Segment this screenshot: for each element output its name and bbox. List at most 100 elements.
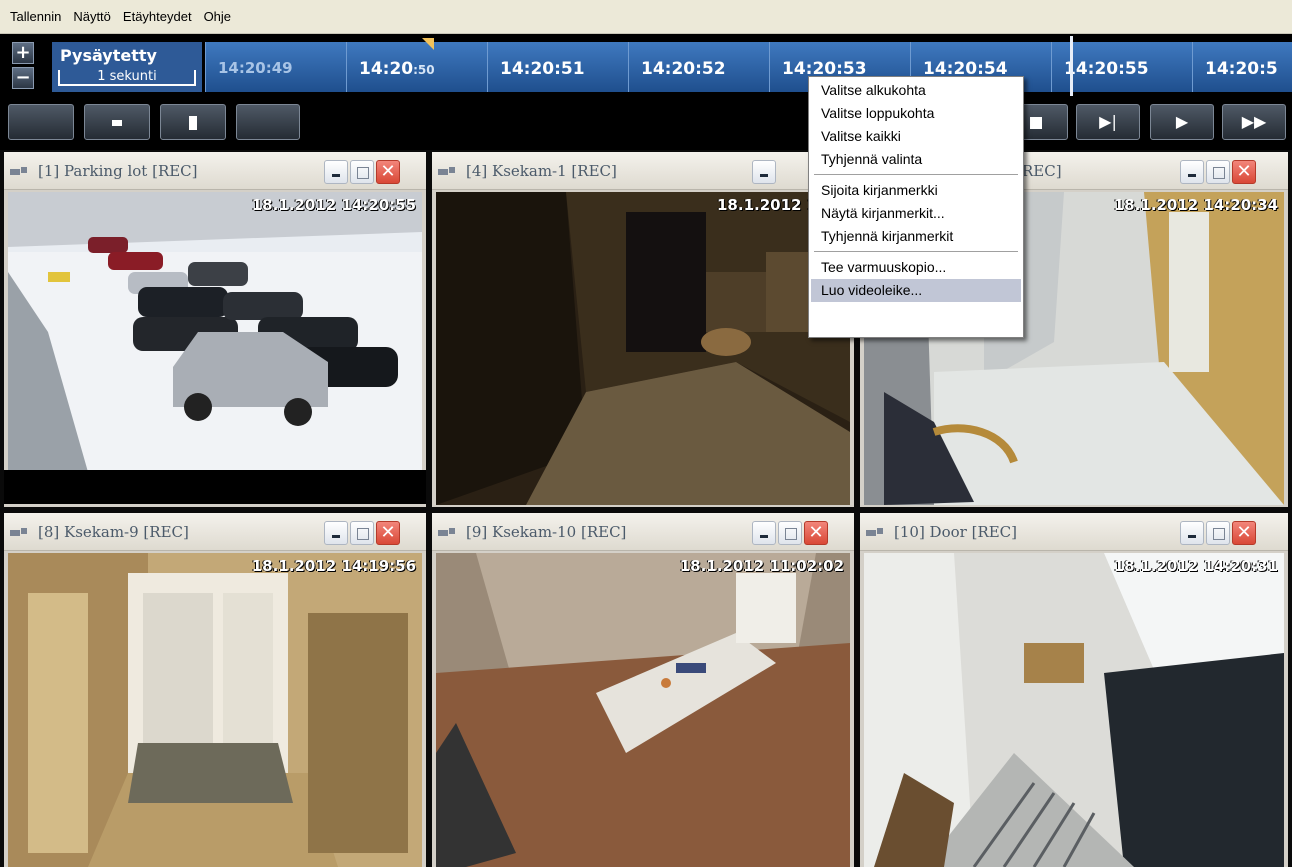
pane-title: [9] Ksekam-10 [REC]: [466, 523, 627, 541]
entrance-image: [8, 553, 422, 867]
camera-video[interactable]: 18.1.2012 14:20:55: [8, 192, 422, 472]
fast-forward-button[interactable]: ▶▶: [1222, 104, 1286, 140]
menu-item-select-end[interactable]: Valitse loppukohta: [811, 102, 1021, 125]
close-button[interactable]: ✕: [376, 160, 400, 184]
timeline-tick: 14:20:52: [628, 42, 769, 92]
timeline-cursor[interactable]: [1070, 36, 1073, 96]
meeting-room-image: [436, 553, 850, 867]
minimize-button[interactable]: [1180, 160, 1204, 184]
pane-title: [1] Parking lot [REC]: [38, 162, 198, 180]
pause-icon: [189, 115, 197, 130]
close-button[interactable]: ✕: [804, 521, 828, 545]
timestamp: 18.1.2012 14:19:56: [251, 557, 416, 575]
stairway-image: [864, 553, 1284, 867]
step-forward-button[interactable]: ▶|: [1076, 104, 1140, 140]
menu-item-create-clip[interactable]: Luo videoleike...: [811, 279, 1021, 302]
menu-nayttö[interactable]: Näyttö: [67, 9, 117, 24]
blank-button-1[interactable]: [8, 104, 74, 140]
minimize-button[interactable]: [1180, 521, 1204, 545]
close-icon: ✕: [808, 522, 824, 543]
pane-header[interactable]: [4] Ksekam-1 [REC]: [432, 152, 854, 190]
menu-item-select-all[interactable]: Valitse kaikki: [811, 125, 1021, 148]
minimize-button[interactable]: [324, 521, 348, 545]
pane-header[interactable]: [8] Ksekam-9 [REC] ✕: [4, 513, 426, 551]
zoom-out-button[interactable]: −: [12, 67, 34, 89]
pane-header[interactable]: [10] Door [REC] ✕: [860, 513, 1288, 551]
camera-pane-8[interactable]: [8] Ksekam-9 [REC] ✕ 18.1.2012 14:19:56: [4, 513, 426, 867]
pane-title: [10] Door [REC]: [894, 523, 1018, 541]
playback-state: Pysäytetty: [60, 46, 157, 65]
menu-ohje[interactable]: Ohje: [198, 9, 237, 24]
timeline-bar: + − Pysäytetty 1 sekunti 14:20:49 14:20:…: [0, 34, 1292, 96]
pane-title: [8] Ksekam-9 [REC]: [38, 523, 189, 541]
menu-tallennin[interactable]: Tallennin: [4, 9, 67, 24]
camera-video[interactable]: 18.1.2012 14:19:56: [8, 553, 422, 867]
fast-forward-icon: ▶▶: [1241, 112, 1267, 131]
timestamp: 18.1.2012 11:02:02: [679, 557, 844, 575]
zoom-in-button[interactable]: +: [12, 42, 34, 64]
close-icon: ✕: [1236, 161, 1252, 182]
frame-icon: [1030, 116, 1042, 129]
menu-separator: [811, 248, 1021, 256]
timestamp: 18.1.2012 14:20:34: [1113, 196, 1278, 214]
menu-item-backup[interactable]: Tee varmuuskopio...: [811, 256, 1021, 279]
timeline-tick: 14:20:51: [487, 42, 628, 92]
pane-title: REC]: [1022, 162, 1062, 180]
menu-etayhteydet[interactable]: Etäyhteydet: [117, 9, 198, 24]
menu-item-clear-bookmarks[interactable]: Tyhjennä kirjanmerkit: [811, 225, 1021, 248]
close-icon: ✕: [1236, 522, 1252, 543]
camera-icon: [10, 528, 27, 536]
timestamp: 18.1.2012 14:20:55: [251, 196, 416, 214]
timeline-tick: 14:20:49: [205, 42, 346, 92]
camera-pane-1[interactable]: [1] Parking lot [REC] ✕ 18.1.2012 14:20:…: [4, 152, 426, 507]
position-marker-icon: [422, 38, 434, 50]
context-menu: Valitse alkukohta Valitse loppukohta Val…: [808, 76, 1024, 338]
maximize-button[interactable]: [1206, 521, 1230, 545]
camera-icon: [438, 167, 455, 175]
maximize-button[interactable]: [350, 160, 374, 184]
timeline-ticks[interactable]: 14:20:49 14:20:50 14:20:51 14:20:52 14:2…: [205, 42, 1292, 92]
timestamp: 18.1.2012 14:20:31: [1113, 557, 1278, 575]
pane-header[interactable]: [9] Ksekam-10 [REC] ✕: [432, 513, 854, 551]
stop-icon: [112, 119, 122, 126]
menu-item-show-bookmarks[interactable]: Näytä kirjanmerkit...: [811, 202, 1021, 225]
close-button[interactable]: ✕: [1232, 521, 1256, 545]
play-button[interactable]: ▶: [1150, 104, 1214, 140]
playback-controls: ▶| ▶ ▶▶: [0, 96, 1292, 150]
pause-button[interactable]: [160, 104, 226, 140]
timeline-tick-current: 14:20:50: [346, 42, 487, 92]
pane-header[interactable]: [1] Parking lot [REC] ✕: [4, 152, 426, 190]
camera-video[interactable]: 18.1.2012 14:1: [436, 192, 850, 505]
menu-item-clear-selection[interactable]: Tyhjennä valinta: [811, 148, 1021, 171]
playback-state-box: Pysäytetty 1 sekunti: [52, 42, 202, 92]
pane-title: [4] Ksekam-1 [REC]: [466, 162, 617, 180]
play-icon: ▶: [1175, 112, 1189, 131]
maximize-button[interactable]: [778, 521, 802, 545]
camera-pane-10[interactable]: [10] Door [REC] ✕ 18.1.2012 14:20:31: [860, 513, 1288, 867]
step-forward-icon: ▶|: [1099, 112, 1117, 131]
blank-button-2[interactable]: [236, 104, 300, 140]
camera-video[interactable]: 18.1.2012 11:02:02: [436, 553, 850, 867]
menu-item-place-bookmark[interactable]: Sijoita kirjanmerkki: [811, 179, 1021, 202]
menu-item-select-start[interactable]: Valitse alkukohta: [811, 79, 1021, 102]
close-button[interactable]: ✕: [1232, 160, 1256, 184]
camera-pane-9[interactable]: [9] Ksekam-10 [REC] ✕ 18.1.2012 11:02:02: [432, 513, 854, 867]
minimize-button[interactable]: [752, 160, 776, 184]
minimize-button[interactable]: [324, 160, 348, 184]
camera-pane-4[interactable]: [4] Ksekam-1 [REC] 18.1.2012 14:1: [432, 152, 854, 507]
timeline-tick: 14:20:5: [1192, 42, 1292, 92]
video-bottom-bar: [4, 470, 426, 504]
minimize-button[interactable]: [752, 521, 776, 545]
storage-room-image: [436, 192, 850, 505]
camera-video[interactable]: 18.1.2012 14:20:31: [864, 553, 1284, 867]
parking-lot-image: [8, 192, 422, 472]
menu-separator: [811, 171, 1021, 179]
maximize-button[interactable]: [350, 521, 374, 545]
close-button[interactable]: ✕: [376, 521, 400, 545]
close-icon: ✕: [380, 161, 396, 182]
camera-icon: [866, 528, 883, 536]
menu-bar: Tallennin Näyttö Etäyhteydet Ohje: [0, 0, 1292, 34]
maximize-button[interactable]: [1206, 160, 1230, 184]
close-icon: ✕: [380, 522, 396, 543]
stop-button[interactable]: [84, 104, 150, 140]
